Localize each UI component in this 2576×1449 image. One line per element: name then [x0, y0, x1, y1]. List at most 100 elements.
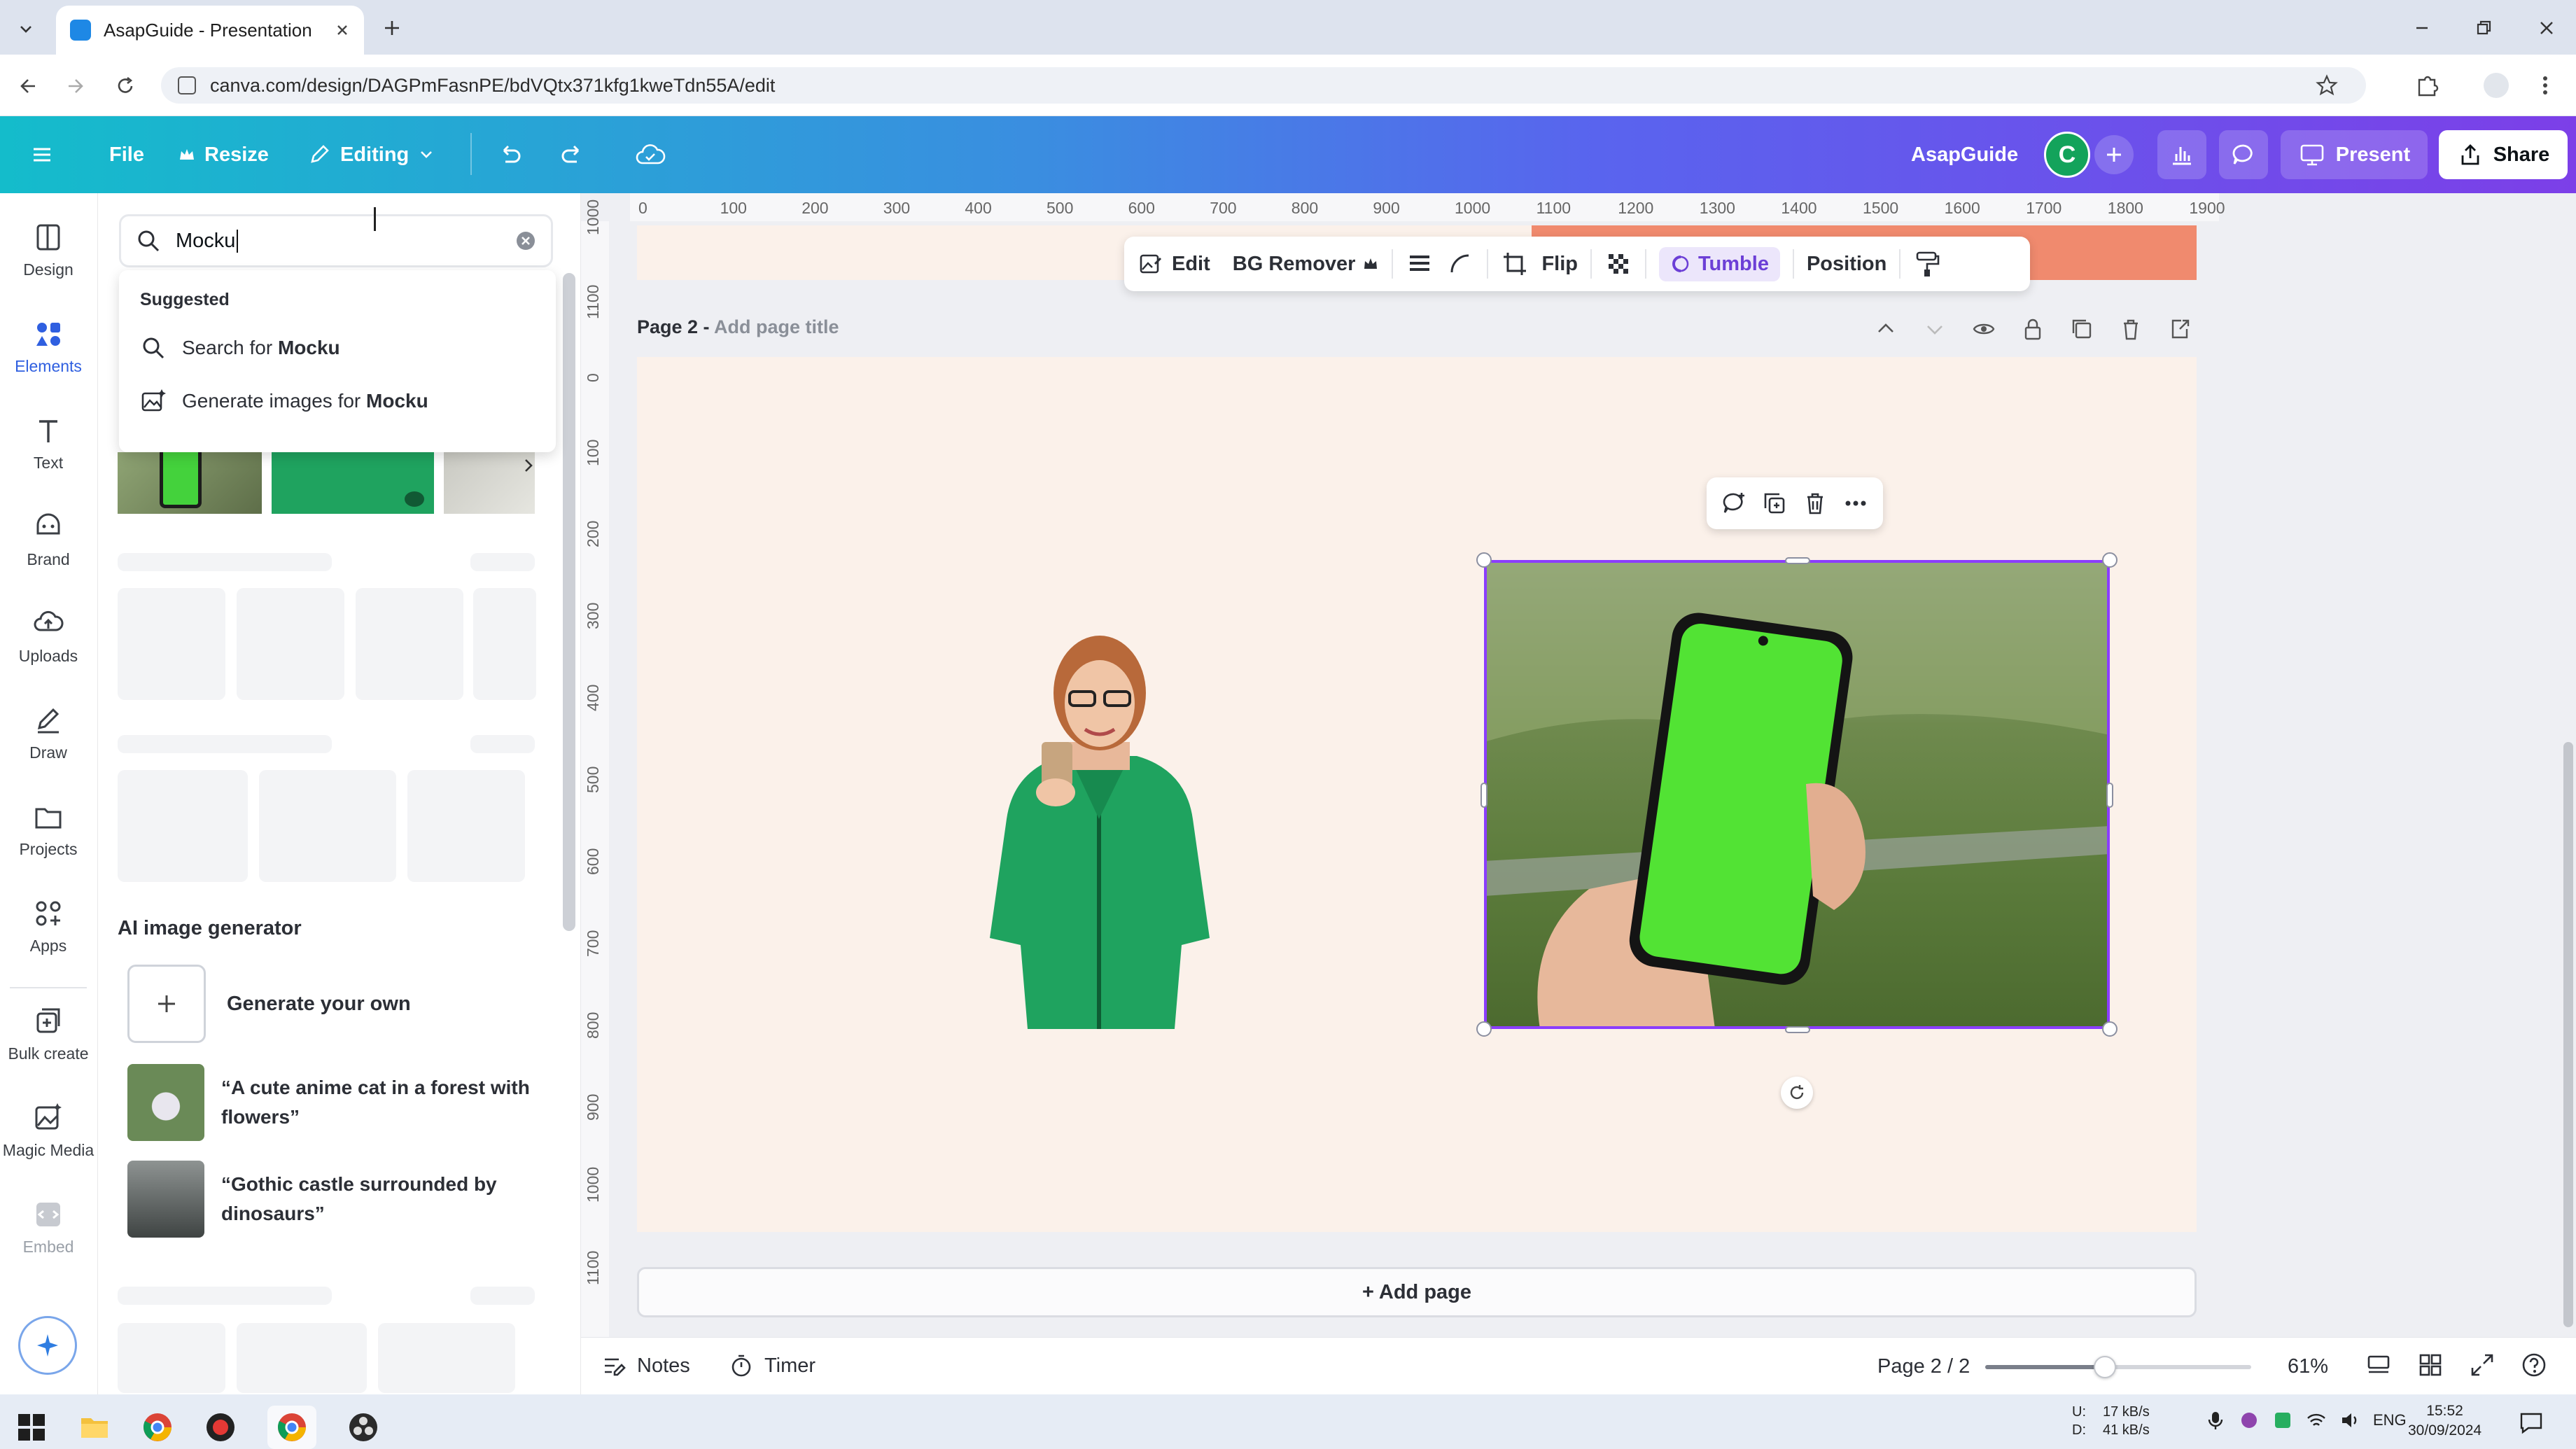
tumble-animation-button[interactable]: Tumble	[1659, 246, 1780, 281]
hide-page-icon[interactable]	[1971, 316, 1996, 342]
site-info-icon[interactable]	[178, 76, 196, 94]
wifi-icon[interactable]	[2306, 1410, 2327, 1431]
rail-item-draw[interactable]: Draw	[0, 704, 97, 788]
obs-icon[interactable]	[347, 1411, 379, 1443]
duplicate-icon[interactable]	[1761, 490, 1788, 517]
next-thumbnails-button[interactable]	[511, 448, 546, 483]
resize-button[interactable]: Resize	[178, 116, 269, 193]
browser-tab[interactable]: AsapGuide - Presentation	[56, 6, 364, 55]
screen-recorder-icon[interactable]	[204, 1411, 237, 1443]
page-view-icon[interactable]	[2365, 1351, 2393, 1379]
rail-item-bulk-create[interactable]: Bulk create	[0, 1005, 97, 1089]
lock-icon[interactable]	[2020, 316, 2045, 342]
notes-button[interactable]: Notes	[601, 1352, 690, 1379]
rail-item-embed[interactable]: Embed	[0, 1198, 97, 1282]
prompt-suggestion[interactable]: “A cute anime cat in a forest with flowe…	[127, 1064, 547, 1141]
resize-handle-bottom[interactable]	[1785, 1026, 1810, 1033]
resize-handle-bottom-left[interactable]	[1476, 1021, 1492, 1037]
rail-item-text[interactable]: Text	[0, 414, 97, 498]
address-bar[interactable]: canva.com/design/DAGPmFasnPE/bdVQtx371kf…	[161, 67, 2366, 104]
chrome-icon[interactable]	[141, 1411, 174, 1443]
panel-scrollbar[interactable]	[563, 273, 575, 931]
clock[interactable]: 15:52 30/09/2024	[2408, 1401, 2482, 1441]
insights-button[interactable]	[2157, 130, 2206, 179]
close-tab-icon[interactable]	[335, 22, 350, 38]
workspace-scrollbar[interactable]	[2563, 742, 2573, 1327]
magic-assistant-button[interactable]	[18, 1316, 77, 1375]
grid-view-icon[interactable]	[2416, 1351, 2444, 1379]
zoom-slider[interactable]	[1985, 1356, 2251, 1378]
user-avatar[interactable]: C	[2044, 132, 2090, 178]
timer-button[interactable]: Timer	[728, 1352, 816, 1379]
search-input[interactable]: Mocku	[176, 229, 239, 253]
clear-search-icon[interactable]	[514, 230, 537, 252]
cloud-save-status[interactable]	[634, 116, 666, 193]
fullscreen-icon[interactable]	[2468, 1351, 2496, 1379]
tab-list-button[interactable]	[13, 15, 39, 42]
delete-icon[interactable]	[1802, 490, 1828, 517]
rotate-handle[interactable]	[1781, 1077, 1813, 1109]
rail-item-elements[interactable]: Elements	[0, 318, 97, 402]
file-explorer-icon[interactable]	[78, 1411, 111, 1443]
chrome-active-icon[interactable]	[267, 1406, 316, 1449]
minimize-button[interactable]	[2408, 14, 2436, 42]
duplicate-page-icon[interactable]	[2069, 316, 2094, 342]
add-comment-icon[interactable]	[1721, 490, 1747, 517]
app-tray-icon[interactable]	[2239, 1410, 2260, 1431]
suggestion-search[interactable]: Search for Mocku	[140, 335, 340, 361]
browser-menu-button[interactable]	[2533, 73, 2558, 98]
chevron-up-icon[interactable]	[1873, 316, 1898, 342]
zoom-level[interactable]: 61%	[2288, 1355, 2328, 1378]
bg-remover-button[interactable]: BG Remover	[1233, 253, 1380, 276]
app-tray-icon[interactable]	[2272, 1410, 2293, 1431]
resize-handle-bottom-right[interactable]	[2102, 1021, 2118, 1037]
share-button[interactable]: Share	[2439, 130, 2568, 179]
flip-button[interactable]: Flip	[1541, 253, 1578, 276]
crop-icon[interactable]	[1501, 250, 1529, 278]
woman-in-green-jacket-image[interactable]	[965, 609, 1235, 1029]
chevron-down-icon[interactable]	[1922, 316, 1947, 342]
profile-avatar[interactable]	[2484, 73, 2509, 98]
undo-button[interactable]	[494, 116, 525, 193]
rail-item-brand[interactable]: Brand	[0, 511, 97, 595]
rail-item-uploads[interactable]: Uploads	[0, 608, 97, 692]
prompt-suggestion[interactable]: “Gothic castle surrounded by dinosaurs”	[127, 1161, 547, 1238]
volume-icon[interactable]	[2339, 1410, 2360, 1431]
bookmark-star-icon[interactable]	[2316, 74, 2338, 97]
file-menu[interactable]: File	[109, 116, 144, 193]
position-button[interactable]: Position	[1807, 253, 1886, 276]
delete-page-icon[interactable]	[2118, 316, 2143, 342]
restore-button[interactable]	[2470, 14, 2498, 42]
notification-button[interactable]	[2517, 1408, 2545, 1436]
team-name[interactable]: AsapGuide	[1911, 116, 2018, 193]
border-style-icon[interactable]	[1406, 250, 1434, 278]
resize-handle-left[interactable]	[1480, 783, 1488, 808]
page-counter[interactable]: Page 2 / 2	[1877, 1355, 1970, 1378]
invite-button[interactable]	[2094, 135, 2134, 174]
comments-button[interactable]	[2219, 130, 2268, 179]
mockup-thumbnail[interactable]	[272, 452, 434, 514]
suggestion-generate[interactable]: Generate images for Mocku	[140, 388, 428, 414]
main-menu-button[interactable]	[28, 116, 56, 193]
back-button[interactable]	[14, 71, 43, 101]
present-button[interactable]: Present	[2281, 130, 2428, 179]
add-page-icon[interactable]	[2167, 316, 2192, 342]
generate-your-own-button[interactable]: Generate your own	[127, 965, 547, 1043]
resize-handle-top[interactable]	[1785, 557, 1810, 564]
paint-roller-icon[interactable]	[1913, 250, 1941, 278]
mockup-thumbnail[interactable]	[118, 452, 262, 514]
zoom-slider-thumb[interactable]	[2094, 1356, 2116, 1378]
search-field[interactable]: Mocku	[119, 214, 553, 267]
add-page-button[interactable]: + Add page	[637, 1267, 2197, 1317]
page-title-input[interactable]: Add page title	[714, 316, 839, 337]
language-indicator[interactable]: ENG	[2373, 1411, 2407, 1429]
resize-handle-top-right[interactable]	[2102, 552, 2118, 568]
rail-item-apps[interactable]: Apps	[0, 897, 97, 981]
rail-item-magic-media[interactable]: Magic Media	[0, 1102, 97, 1186]
rail-item-projects[interactable]: Projects	[0, 801, 97, 885]
windows-start-icon[interactable]	[15, 1411, 48, 1443]
close-window-button[interactable]	[2533, 14, 2561, 42]
resize-handle-right[interactable]	[2106, 783, 2113, 808]
transparency-icon[interactable]	[1604, 250, 1632, 278]
edit-image-button[interactable]: Edit	[1138, 251, 1210, 276]
